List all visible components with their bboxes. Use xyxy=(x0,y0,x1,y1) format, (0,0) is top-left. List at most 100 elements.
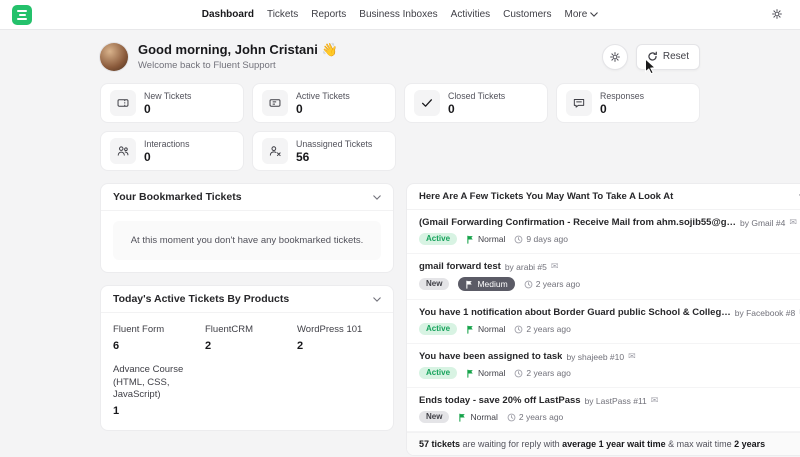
nav-item-business-inboxes[interactable]: Business Inboxes xyxy=(359,9,437,20)
product-count: 1 xyxy=(113,405,120,418)
clock-icon xyxy=(515,325,523,333)
ticket-time: 9 days ago xyxy=(514,234,568,244)
ticket-list-item[interactable]: You have been assigned to task by shajee… xyxy=(407,344,800,388)
product-count: 2 xyxy=(297,340,304,353)
bookmarked-card-header: Your Bookmarked Tickets xyxy=(101,184,393,211)
stat-card-interactions: Interactions 0 xyxy=(100,131,244,171)
ticket-title[interactable]: Ends today - save 20% off LastPass xyxy=(419,395,581,406)
ticket-author: by Facebook #8 xyxy=(734,307,796,318)
priority-badge: Medium xyxy=(458,277,515,291)
page-header: Good morning, John Cristani 👋 Welcome ba… xyxy=(100,42,700,71)
time-label: 9 days ago xyxy=(526,234,569,244)
right-column: Here Are A Few Tickets You May Want To T… xyxy=(406,183,800,456)
active-tickets-by-products-card: Today's Active Tickets By Products Fluen… xyxy=(100,285,394,432)
user-x-icon xyxy=(262,138,288,164)
suggested-tickets-card: Here Are A Few Tickets You May Want To T… xyxy=(406,183,800,456)
ticket-time: 2 years ago xyxy=(514,324,571,334)
chevron-down-icon xyxy=(373,296,381,302)
dashboard-main: Good morning, John Cristani 👋 Welcome ba… xyxy=(100,30,800,456)
ticket-author: by arabi #5 xyxy=(504,261,547,272)
nav-item-reports[interactable]: Reports xyxy=(311,9,346,20)
stat-value: 0 xyxy=(448,101,455,116)
mail-icon: ✉ xyxy=(550,261,559,271)
check-icon xyxy=(414,90,440,116)
product-stat: Fluent Form 6 xyxy=(113,324,205,352)
nav-item-dashboard[interactable]: Dashboard xyxy=(202,9,254,20)
wait-time-summary: 57 tickets are waiting for reply with av… xyxy=(407,432,800,455)
time-label: 2 years ago xyxy=(526,324,571,334)
status-badge: New xyxy=(419,411,450,423)
collapse-toggle[interactable] xyxy=(373,296,381,302)
ticket-time: 2 years ago xyxy=(507,412,563,422)
priority-label: Normal xyxy=(478,324,506,334)
nav-item-tickets[interactable]: Tickets xyxy=(267,9,298,20)
product-stat: FluentCRM 2 xyxy=(205,324,297,352)
priority-badge: Normal xyxy=(466,368,505,378)
stat-value: 0 xyxy=(144,149,151,164)
flag-icon xyxy=(466,280,473,289)
ticket-list-item[interactable]: (Gmail Forwarding Confirmation - Receive… xyxy=(407,210,800,254)
ticket-time: 2 years ago xyxy=(524,279,580,289)
nav-item-activities[interactable]: Activities xyxy=(451,9,490,20)
mail-icon: ✉ xyxy=(650,395,659,405)
product-count: 6 xyxy=(113,340,120,353)
reset-label: Reset xyxy=(662,51,689,62)
stat-label: New Tickets xyxy=(144,90,192,101)
priority-badge: Normal xyxy=(458,412,498,422)
ticket-author: by shajeeb #10 xyxy=(566,351,625,362)
flag-icon xyxy=(467,235,473,244)
flag-icon xyxy=(459,413,466,422)
stat-value: 56 xyxy=(296,149,310,164)
mail-icon: ✉ xyxy=(789,217,797,227)
ticket-icon xyxy=(110,90,136,116)
priority-label: Normal xyxy=(478,234,506,244)
ticket-icon xyxy=(262,90,288,116)
clock-icon xyxy=(507,413,516,421)
left-column: Your Bookmarked Tickets At this moment y… xyxy=(100,183,394,432)
suggested-card-title: Here Are A Few Tickets You May Want To T… xyxy=(419,191,674,202)
flag-icon xyxy=(467,325,473,334)
products-grid: Fluent Form 6 FluentCRM 2 WordPress 101 2 A… xyxy=(101,313,393,430)
ticket-author: by LastPass #11 xyxy=(584,395,647,406)
reset-button[interactable]: Reset xyxy=(635,43,700,70)
stat-card-closed-tickets: Closed Tickets 0 xyxy=(404,83,548,123)
products-card-header: Today's Active Tickets By Products xyxy=(101,286,393,313)
product-name: FluentCRM xyxy=(205,324,254,335)
global-settings-icon[interactable] xyxy=(770,7,786,23)
ticket-time: 2 years ago xyxy=(514,368,571,378)
time-label: 2 years ago xyxy=(535,279,581,289)
ticket-title[interactable]: (Gmail Forwarding Confirmation - Receive… xyxy=(419,217,736,228)
main-nav: Dashboard Tickets Reports Business Inbox… xyxy=(202,9,599,20)
status-badge: Active xyxy=(419,367,458,379)
ticket-list-item[interactable]: You have 1 notification about Border Gua… xyxy=(407,300,800,344)
bookmarked-tickets-card: Your Bookmarked Tickets At this moment y… xyxy=(100,183,394,273)
stat-label: Active Tickets xyxy=(296,90,350,101)
max-wait: 2 years xyxy=(734,439,766,449)
ticket-title[interactable]: gmail forward test xyxy=(419,261,501,272)
bookmarked-card-title: Your Bookmarked Tickets xyxy=(113,191,242,203)
header-actions: Reset xyxy=(601,43,700,70)
collapse-toggle[interactable] xyxy=(373,194,381,200)
nav-more-label: More xyxy=(564,9,588,20)
nav-item-customers[interactable]: Customers xyxy=(503,9,551,20)
stat-value: 0 xyxy=(600,101,607,116)
ticket-title[interactable]: You have been assigned to task xyxy=(419,351,562,362)
stat-value: 0 xyxy=(296,101,303,116)
user-avatar xyxy=(100,42,128,71)
stat-label: Responses xyxy=(600,90,645,101)
dashboard-columns: Your Bookmarked Tickets At this moment y… xyxy=(100,183,800,456)
top-navbar: Dashboard Tickets Reports Business Inbox… xyxy=(0,0,800,30)
stat-value: 0 xyxy=(144,101,151,116)
time-label: 2 years ago xyxy=(518,412,564,422)
chat-icon xyxy=(566,90,592,116)
nav-item-more[interactable]: More xyxy=(564,9,599,20)
gear-icon xyxy=(609,51,620,62)
ticket-title[interactable]: You have 1 notification about Border Gua… xyxy=(419,307,731,318)
wait-count: 57 tickets xyxy=(419,439,461,449)
status-badge: Active xyxy=(419,323,458,335)
ticket-list-item[interactable]: gmail forward test by arabi #5 ✉ New Med… xyxy=(407,254,800,300)
dashboard-settings-button[interactable] xyxy=(601,43,628,70)
time-label: 2 years ago xyxy=(526,368,571,378)
ticket-list-item[interactable]: Ends today - save 20% off LastPass by La… xyxy=(407,388,800,432)
fluent-support-logo[interactable] xyxy=(12,5,32,25)
